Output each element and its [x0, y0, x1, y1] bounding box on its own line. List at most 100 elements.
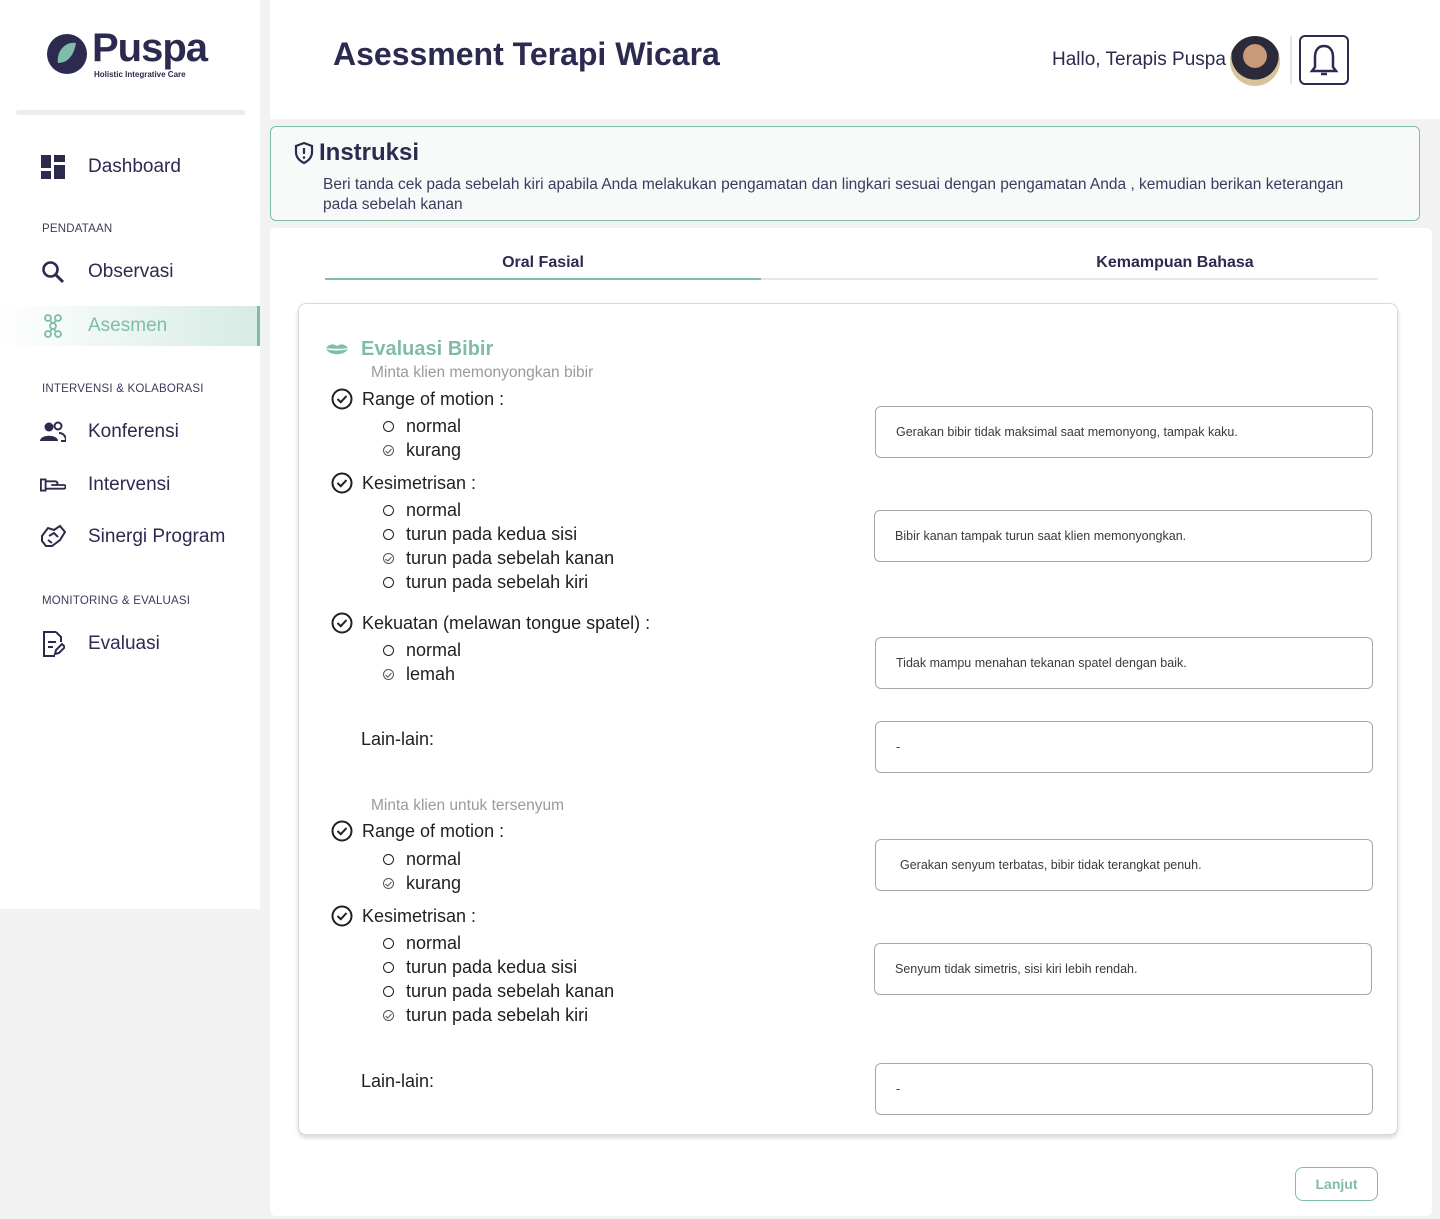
- note-field-lain-lain[interactable]: -: [875, 1063, 1373, 1115]
- question-kesimetrisan[interactable]: Kesimetrisan :: [331, 905, 476, 927]
- evaluasi-bibir-card: Evaluasi Bibir Minta klien memonyongkan …: [298, 303, 1398, 1135]
- option-turun-sebelah-kanan[interactable]: turun pada sebelah kanan: [383, 548, 614, 569]
- radio-icon: [383, 986, 394, 997]
- note-field[interactable]: Senyum tidak simetris, sisi kiri lebih r…: [874, 943, 1372, 995]
- note-field[interactable]: Tidak mampu menahan tekanan spatel denga…: [875, 637, 1373, 689]
- note-field[interactable]: Bibir kanan tampak turun saat klien memo…: [874, 510, 1372, 562]
- lain-lain-label: Lain-lain:: [361, 729, 435, 749]
- option-label: normal: [406, 416, 462, 436]
- question-label: Range of motion :: [362, 820, 505, 841]
- option-label: lemah: [406, 664, 456, 684]
- option-turun-kedua-sisi[interactable]: turun pada kedua sisi: [383, 957, 577, 978]
- check-circle-icon: [331, 388, 353, 410]
- people-icon: [40, 419, 66, 445]
- sidebar-item-label: Sinergi Program: [88, 526, 226, 547]
- radio-icon: [383, 529, 394, 540]
- assessment-tabs: Oral Fasial Kemampuan Bahasa: [325, 254, 1378, 280]
- handshake-icon: [40, 524, 66, 550]
- note-field[interactable]: Gerakan senyum terbatas, bibir tidak ter…: [875, 839, 1373, 891]
- option-turun-sebelah-kiri[interactable]: turun pada sebelah kiri: [383, 572, 588, 593]
- check-circle-icon: [331, 472, 353, 494]
- option-normal[interactable]: normal: [383, 933, 461, 954]
- option-kurang[interactable]: kurang: [383, 873, 461, 894]
- option-normal[interactable]: normal: [383, 849, 461, 870]
- note-field-lain-lain[interactable]: -: [875, 721, 1373, 773]
- card-title-text: Evaluasi Bibir: [361, 338, 494, 360]
- brand-tagline: Holistic Integrative Care: [94, 70, 186, 79]
- lips-icon: [326, 343, 348, 354]
- radio-checked-icon: [383, 669, 394, 680]
- option-label: normal: [406, 849, 462, 869]
- lain-lain-label: Lain-lain:: [361, 1071, 435, 1091]
- puspa-logo-icon: [47, 33, 87, 74]
- option-kurang[interactable]: kurang: [383, 440, 461, 461]
- question-range-of-motion[interactable]: Range of motion :: [331, 820, 504, 842]
- option-label: turun pada sebelah kiri: [406, 572, 589, 592]
- sidebar-item-konferensi[interactable]: Konferensi: [0, 412, 260, 452]
- section-label-pendataan: PENDATAAN: [42, 223, 113, 235]
- option-label: turun pada sebelah kiri: [406, 1005, 589, 1025]
- question-label: Kekuatan (melawan tongue spatel) :: [362, 612, 651, 633]
- option-label: turun pada sebelah kanan: [406, 548, 615, 568]
- option-turun-sebelah-kanan[interactable]: turun pada sebelah kanan: [383, 981, 614, 1002]
- option-normal[interactable]: normal: [383, 640, 461, 661]
- instruction-text: Beri tanda cek pada sebelah kiri apabila…: [323, 176, 1344, 213]
- option-label: normal: [406, 640, 462, 660]
- lanjut-button[interactable]: Lanjut: [1295, 1167, 1378, 1201]
- instruction-title-text: Instruksi: [319, 139, 420, 166]
- hand-icon: [40, 472, 66, 498]
- user-greeting: Hallo, Terapis Puspa: [1052, 49, 1226, 70]
- user-avatar[interactable]: [1230, 36, 1280, 86]
- radio-icon: [383, 962, 394, 973]
- radio-icon: [383, 645, 394, 656]
- option-normal[interactable]: normal: [383, 500, 461, 521]
- radio-icon: [383, 938, 394, 949]
- note-field[interactable]: Gerakan bibir tidak maksimal saat memony…: [875, 406, 1373, 458]
- edit-document-icon: [40, 631, 66, 657]
- search-icon: [40, 259, 66, 285]
- top-header: Asessment Terapi Wicara Hallo, Terapis P…: [270, 0, 1440, 119]
- sidebar-item-label: Evaluasi: [88, 633, 160, 654]
- sidebar-item-label: Observasi: [88, 261, 174, 282]
- notification-button[interactable]: [1299, 35, 1349, 85]
- sidebar-item-sinergi-program[interactable]: Sinergi Program: [0, 517, 260, 557]
- question-kesimetrisan[interactable]: Kesimetrisan :: [331, 472, 476, 494]
- question-label: Kesimetrisan :: [362, 905, 477, 926]
- instruction-hint-smile: Minta klien untuk tersenyum: [371, 797, 564, 814]
- sidebar-item-dashboard[interactable]: Dashboard: [0, 147, 260, 187]
- instruction-hint-pout: Minta klien memonyongkan bibir: [371, 364, 594, 381]
- option-label: turun pada sebelah kanan: [406, 981, 615, 1001]
- option-lemah[interactable]: lemah: [383, 664, 455, 685]
- sidebar-item-label: Dashboard: [88, 156, 181, 177]
- option-label: turun pada kedua sisi: [406, 524, 578, 544]
- instruction-title: Instruksi: [293, 139, 419, 167]
- sidebar: Puspa Holistic Integrative Care Dashboar…: [0, 0, 260, 909]
- question-kekuatan[interactable]: Kekuatan (melawan tongue spatel) :: [331, 612, 650, 634]
- option-normal[interactable]: normal: [383, 416, 461, 437]
- sidebar-item-intervensi[interactable]: Intervensi: [0, 465, 260, 505]
- tab-oral-fasial[interactable]: Oral Fasial: [325, 254, 761, 280]
- question-range-of-motion[interactable]: Range of motion :: [331, 388, 504, 410]
- sidebar-item-observasi[interactable]: Observasi: [0, 252, 260, 292]
- radio-icon: [383, 505, 394, 516]
- question-label: Range of motion :: [362, 388, 505, 409]
- check-circle-icon: [331, 612, 353, 634]
- radio-checked-icon: [383, 553, 394, 564]
- option-label: normal: [406, 933, 462, 953]
- sidebar-item-label: Intervensi: [88, 474, 171, 495]
- card-title: Evaluasi Bibir: [325, 338, 493, 361]
- radio-icon: [383, 421, 394, 432]
- sidebar-item-label: Konferensi: [88, 421, 179, 442]
- shield-icon: [294, 141, 314, 165]
- section-label-monitoring: MONITORING & EVALUASI: [42, 595, 191, 607]
- option-turun-kedua-sisi[interactable]: turun pada kedua sisi: [383, 524, 577, 545]
- instruction-panel: Instruksi Beri tanda cek pada sebelah ki…: [270, 126, 1420, 221]
- dashboard-icon: [40, 154, 66, 180]
- sidebar-item-evaluasi[interactable]: Evaluasi: [0, 624, 260, 664]
- tab-kemampuan-bahasa[interactable]: Kemampuan Bahasa: [965, 254, 1385, 280]
- option-turun-sebelah-kiri[interactable]: turun pada sebelah kiri: [383, 1005, 588, 1026]
- sidebar-item-asesmen[interactable]: Asesmen: [0, 306, 260, 346]
- molecule-icon: [40, 313, 66, 339]
- brand-logo[interactable]: Puspa Holistic Integrative Care: [46, 28, 208, 79]
- radio-icon: [383, 854, 394, 865]
